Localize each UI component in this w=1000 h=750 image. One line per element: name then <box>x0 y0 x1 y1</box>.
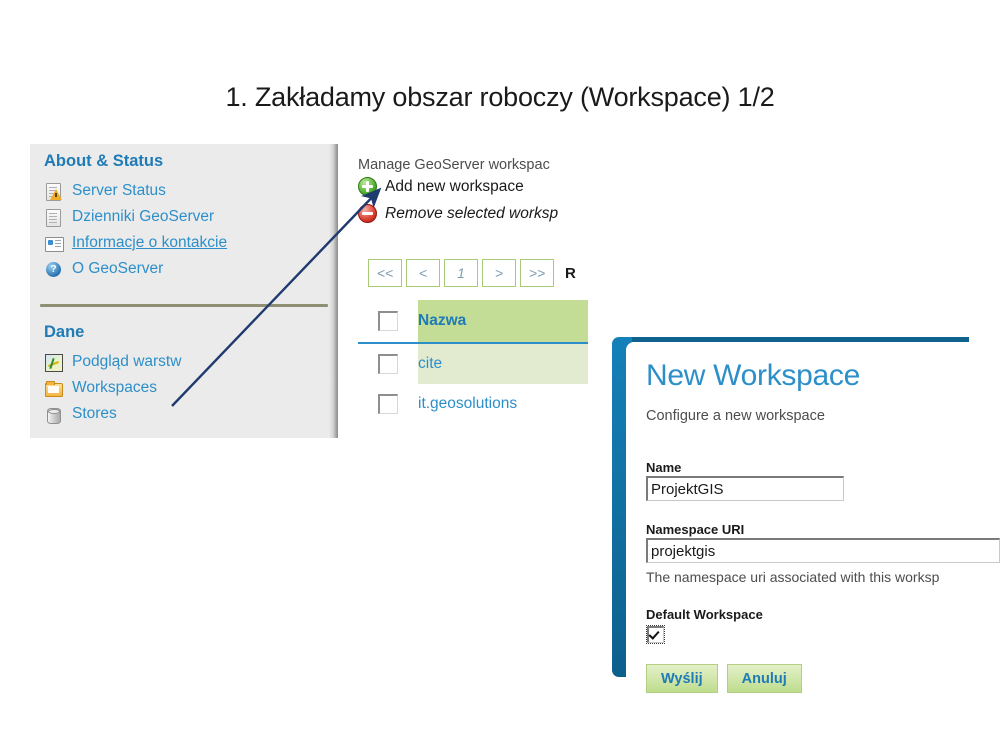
contact-card-icon <box>44 234 64 253</box>
namespace-uri-field-label: Namespace URI <box>646 522 745 537</box>
folder-icon <box>44 379 63 398</box>
layer-preview-icon <box>44 353 63 372</box>
sidebar-item-geoserver-logs[interactable]: Dzienniki GeoServer <box>30 204 227 230</box>
sidebar-list-about-status: Server Status Dzienniki GeoServer Inform… <box>30 178 227 282</box>
sidebar-item-stores[interactable]: Stores <box>30 401 181 427</box>
add-new-workspace-link[interactable]: Add new workspace <box>358 173 588 200</box>
server-status-icon <box>44 182 63 201</box>
workspaces-subtitle: Manage GeoServer workspac <box>358 157 550 173</box>
workspace-name-link[interactable]: cite <box>418 355 442 373</box>
namespace-uri-input[interactable] <box>646 538 1000 563</box>
workspaces-table: Nazwa cite it.geosolutions <box>358 300 588 424</box>
database-cylinder-icon <box>44 405 63 424</box>
dialog-button-row: Wyślij Anuluj <box>646 664 802 693</box>
pager-current-page[interactable]: 1 <box>444 259 478 287</box>
sidebar-item-label: Stores <box>72 405 117 422</box>
new-workspace-dialog: New Workspace Configure a new workspace … <box>612 337 1000 712</box>
remove-selected-workspaces-label: Remove selected worksp <box>385 204 559 222</box>
remove-circle-icon <box>358 204 377 223</box>
sidebar-item-label: Workspaces <box>72 379 157 396</box>
sidebar-item-label: O GeoServer <box>72 260 164 277</box>
sidebar-item-about-geoserver[interactable]: ? O GeoServer <box>30 256 227 282</box>
default-workspace-label: Default Workspace <box>646 607 763 622</box>
pager-next-button[interactable]: > <box>482 259 516 287</box>
add-circle-icon <box>358 177 377 196</box>
workspace-name-link[interactable]: it.geosolutions <box>418 395 517 413</box>
sidebar-item-workspaces[interactable]: Workspaces <box>30 375 181 401</box>
table-pager: << < 1 > >> R <box>368 259 576 287</box>
dialog-title: New Workspace <box>646 359 860 392</box>
dialog-body: New Workspace Configure a new workspace … <box>626 342 1000 712</box>
sidebar-item-label: Podgląd warstw <box>72 353 182 370</box>
name-field-label: Name <box>646 460 682 475</box>
sidebar-item-label: Dzienniki GeoServer <box>72 208 215 225</box>
row-checkbox[interactable] <box>378 394 398 414</box>
namespace-uri-hint: The namespace uri associated with this w… <box>646 569 940 585</box>
name-input[interactable] <box>646 476 844 501</box>
add-new-workspace-label: Add new workspace <box>385 177 524 195</box>
table-row[interactable]: it.geosolutions <box>358 384 588 424</box>
default-workspace-checkbox[interactable] <box>646 625 665 644</box>
sidebar-heading-about-status: About & Status <box>44 152 164 170</box>
help-circle-icon: ? <box>44 260 63 279</box>
document-icon <box>44 208 63 227</box>
pager-results-label: R <box>565 264 576 282</box>
sidebar-divider <box>40 304 328 307</box>
sidebar-item-label: Server Status <box>72 182 166 199</box>
sidebar-list-dane: Podgląd warstw Workspaces Stores <box>30 349 181 427</box>
pager-last-button[interactable]: >> <box>520 259 554 287</box>
pager-first-button[interactable]: << <box>368 259 402 287</box>
select-all-checkbox-cell[interactable] <box>358 300 418 342</box>
sidebar-item-label: Informacje o kontakcie <box>72 234 228 251</box>
checkmark-icon <box>647 626 664 643</box>
page-title: 1. Zakładamy obszar roboczy (Workspace) … <box>225 82 775 112</box>
dialog-subtitle: Configure a new workspace <box>646 408 825 424</box>
sidebar-item-layer-preview[interactable]: Podgląd warstw <box>30 349 181 375</box>
select-all-checkbox[interactable] <box>378 311 398 331</box>
sidebar-item-contact-information[interactable]: Informacje o kontakcie <box>30 230 227 256</box>
table-row[interactable]: cite <box>358 344 588 384</box>
slide-canvas: 1. Zakładamy obszar roboczy (Workspace) … <box>0 0 1000 750</box>
table-header-row: Nazwa <box>358 300 588 344</box>
sidebar-item-server-status[interactable]: Server Status <box>30 178 227 204</box>
remove-selected-workspaces-link[interactable]: Remove selected worksp <box>358 200 588 227</box>
row-checkbox[interactable] <box>378 354 398 374</box>
submit-button[interactable]: Wyślij <box>646 664 718 693</box>
cancel-button[interactable]: Anuluj <box>726 664 802 693</box>
column-header-nazwa[interactable]: Nazwa <box>418 312 466 330</box>
row-checkbox-cell[interactable] <box>358 394 418 414</box>
row-checkbox-cell[interactable] <box>358 344 418 384</box>
pager-prev-button[interactable]: < <box>406 259 440 287</box>
sidebar-heading-dane: Dane <box>44 323 85 341</box>
geoserver-sidebar: About & Status Server Status Dzienniki G… <box>30 144 338 438</box>
workspaces-panel: Manage GeoServer workspac Add new worksp… <box>358 155 588 433</box>
